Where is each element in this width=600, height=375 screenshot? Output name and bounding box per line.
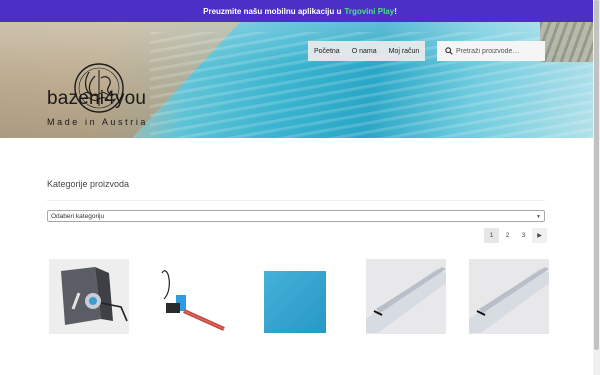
product-grid [47,259,549,339]
main-navigation: Početna O nama Moj račun [308,41,426,61]
category-select[interactable]: Odaberi kategoriju ▼ [47,210,545,222]
nav-item-home[interactable]: Početna [308,41,346,61]
page-button-3[interactable]: 3 [516,228,531,243]
promo-bar: Preuzmite našu mobilnu aplikaciju u Trgo… [0,0,600,22]
search-input[interactable] [456,47,544,55]
product-image-skimmer-cable[interactable] [154,259,234,334]
page-button-2[interactable]: 2 [500,228,515,243]
page-button-1[interactable]: 1 [484,228,499,243]
category-select-value: Odaberi kategoriju [51,212,105,220]
hero-banner: bazeni4you Made in Austria Početna O nam… [0,22,600,138]
product-card[interactable] [366,259,446,334]
hero-rail-decoration [540,22,600,62]
site-brand-name[interactable]: bazeni4you [47,88,146,110]
nav-item-account[interactable]: Moj račun [383,41,426,61]
search-box [437,41,545,61]
product-image-corner-profile[interactable] [469,259,549,334]
site-tagline: Made in Austria [47,117,149,127]
product-card[interactable] [154,259,234,334]
product-card[interactable] [49,259,129,334]
chevron-down-icon: ▼ [536,214,541,220]
product-image-corner-profile[interactable] [366,259,446,334]
next-page-button[interactable]: ▶ [532,228,547,243]
product-card[interactable] [259,259,339,334]
promo-suffix: ! [394,6,397,16]
page-title: Kategorije proizvoda [47,179,130,189]
divider [47,200,545,201]
search-icon[interactable] [445,47,453,55]
product-image-blue-tile[interactable] [259,259,339,334]
page-scrollbar[interactable] [593,0,600,375]
product-card[interactable] [469,259,549,334]
nav-item-about[interactable]: O nama [346,41,383,61]
scrollbar-thumb[interactable] [594,0,599,350]
arrow-right-icon: ▶ [537,233,542,239]
pagination: 1 2 3 ▶ [484,228,548,243]
product-image-lamp-housing[interactable] [49,259,129,334]
promo-text: Preuzmite našu mobilnu aplikaciju u [203,6,342,16]
promo-play-store-link[interactable]: Trgovini Play [344,7,394,16]
